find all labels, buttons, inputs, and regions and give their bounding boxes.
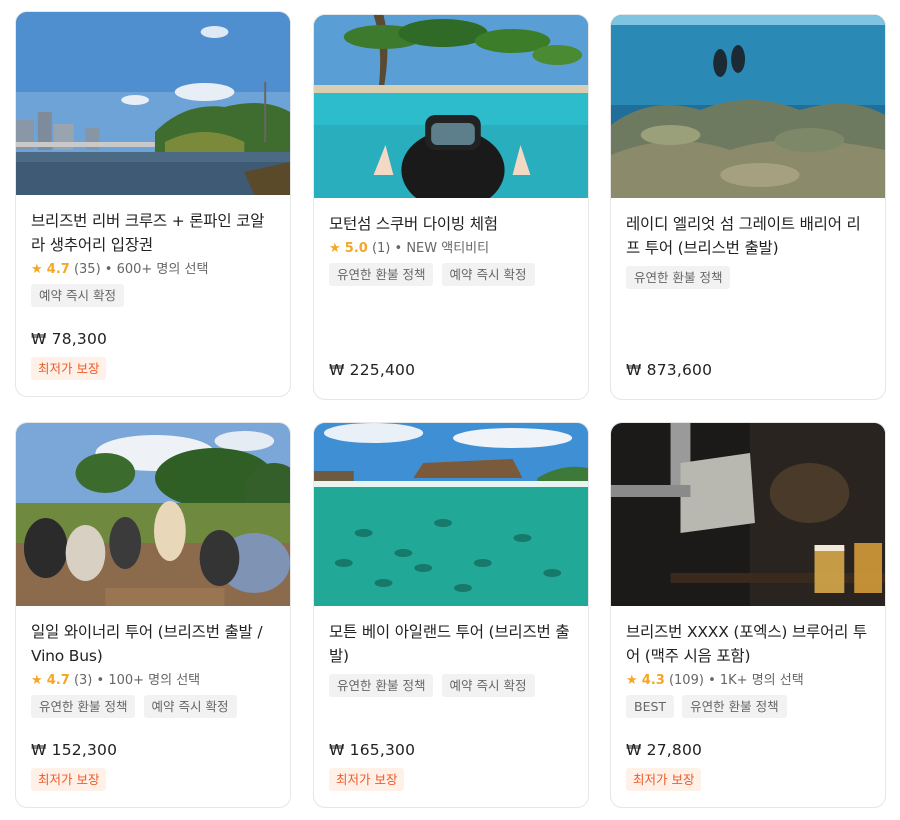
card-photo-reef [611,15,885,198]
rating-score: 4.7 [46,262,70,277]
tag-list: 예약 즉시 확정 [31,284,278,307]
activity-card[interactable]: 레이디 엘리엇 섬 그레이트 배리어 리프 투어 (브리스번 출발) 유연한 환… [610,14,886,400]
tag-instant-confirm: 예약 즉시 확정 [143,695,237,718]
rating-row: ★ 4.3 (109) • 1K+ 명의 선택 [626,672,873,690]
rating-row: ★ 4.7 (3) • 100+ 명의 선택 [31,672,278,690]
star-icon: ★ [31,262,43,277]
card-photo-scuba [314,15,588,198]
activity-card[interactable]: 브리즈번 리버 크루즈 + 론파인 코알라 생추어리 입장권 ★ 4.7 (35… [15,11,291,397]
price: ₩ 225,400 [329,361,416,379]
review-count: (109) [668,673,704,688]
card-title[interactable]: 브리즈번 리버 크루즈 + 론파인 코알라 생추어리 입장권 [31,209,278,257]
activity-card[interactable]: 일일 와이너리 투어 (브리즈번 출발 / Vino Bus) ★ 4.7 (3… [15,422,291,808]
price: ₩ 165,300 [329,741,416,759]
tag-instant-confirm: 예약 즉시 확정 [441,674,535,697]
booking-count: • 1K+ 명의 선택 [708,673,804,688]
lowest-price-badge: 최저가 보장 [31,768,107,791]
tag-best: BEST [626,695,675,718]
tag-instant-confirm: 예약 즉시 확정 [31,284,124,307]
tag-list: 유연한 환불 정책 예약 즉시 확정 [31,695,278,718]
card-photo-winery [16,423,290,606]
booking-count: • 100+ 명의 선택 [96,673,201,688]
lowest-price-badge: 최저가 보장 [31,357,107,380]
card-title[interactable]: 일일 와이너리 투어 (브리즈번 출발 / Vino Bus) [31,620,278,668]
card-photo-wrecks [314,423,588,606]
review-count: (1) [371,241,391,256]
activity-status: • NEW 액티비티 [394,241,490,256]
star-icon: ★ [626,673,638,688]
tag-flexible-refund: 유연한 환불 정책 [31,695,136,718]
card-title[interactable]: 모턴섬 스쿠버 다이빙 체험 [329,212,576,236]
tag-list: 유연한 환불 정책 예약 즉시 확정 [329,263,576,286]
star-icon: ★ [31,673,43,688]
review-count: (3) [73,673,93,688]
tag-instant-confirm: 예약 즉시 확정 [441,263,535,286]
activity-card[interactable]: 모튼 베이 아일랜드 투어 (브리즈번 출발) 유연한 환불 정책 예약 즉시 … [313,422,589,808]
card-title[interactable]: 모튼 베이 아일랜드 투어 (브리즈번 출발) [329,620,576,668]
tag-list: 유연한 환불 정책 [626,266,873,289]
review-count: (35) [73,262,101,277]
tag-list: 유연한 환불 정책 예약 즉시 확정 [329,674,576,697]
card-title[interactable]: 브리즈번 XXXX (포엑스) 브루어리 투어 (맥주 시음 포함) [626,620,873,668]
rating-score: 4.3 [641,673,665,688]
tag-flexible-refund: 유연한 환불 정책 [682,695,787,718]
lowest-price-badge: 최저가 보장 [626,768,702,791]
booking-count: • 600+ 명의 선택 [104,262,209,277]
lowest-price-badge: 최저가 보장 [329,768,405,791]
rating-row: ★ 5.0 (1) • NEW 액티비티 [329,240,576,258]
card-photo-river-cruise [16,12,290,195]
rating-score: 4.7 [46,673,70,688]
activity-card[interactable]: 브리즈번 XXXX (포엑스) 브루어리 투어 (맥주 시음 포함) ★ 4.3… [610,422,886,808]
price: ₩ 873,600 [626,361,713,379]
rating-row: ★ 4.7 (35) • 600+ 명의 선택 [31,261,278,279]
card-photo-brewery [611,423,885,606]
tag-list: BEST 유연한 환불 정책 [626,695,873,718]
price: ₩ 78,300 [31,330,108,348]
rating-score: 5.0 [344,241,368,256]
tag-flexible-refund: 유연한 환불 정책 [329,263,434,286]
price: ₩ 152,300 [31,741,118,759]
activity-card[interactable]: 모턴섬 스쿠버 다이빙 체험 ★ 5.0 (1) • NEW 액티비티 유연한 … [313,14,589,400]
tag-flexible-refund: 유연한 환불 정책 [626,266,731,289]
star-icon: ★ [329,241,341,256]
card-title[interactable]: 레이디 엘리엇 섬 그레이트 배리어 리프 투어 (브리스번 출발) [626,212,873,260]
tag-flexible-refund: 유연한 환불 정책 [329,674,434,697]
price: ₩ 27,800 [626,741,703,759]
